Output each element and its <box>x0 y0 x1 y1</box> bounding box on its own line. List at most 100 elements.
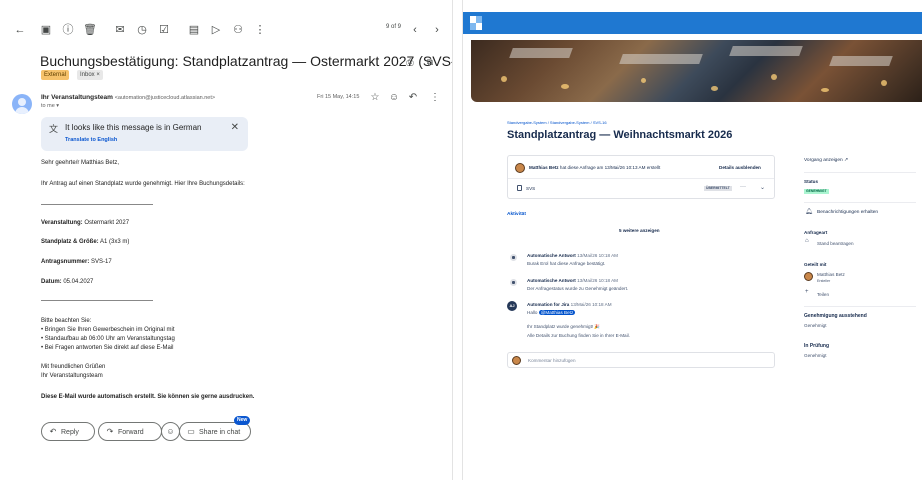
plus-icon[interactable]: + <box>805 289 809 295</box>
page-title: Standplatzantrag — Weihnachtsmarkt 2026 <box>507 129 733 141</box>
add-task-icon[interactable]: ☑ <box>156 22 172 38</box>
message-date: Fri 15 May, 14:15 <box>317 94 360 100</box>
mark-unread-icon[interactable]: ✉ <box>112 22 128 38</box>
request-number-line: Antragsnummer: SVS-17 <box>41 259 112 265</box>
chevron-down-icon[interactable]: ⌄ <box>760 184 765 191</box>
breadcrumb[interactable]: Standvergabe-System / Standvergabe-Syste… <box>507 120 607 125</box>
request-raised-line: Matthias Betz hat diese Anfrage am 13/Ma… <box>529 165 661 170</box>
automation-avatar: AJ <box>507 301 517 311</box>
screen: ← ▣ ⓘ 🗑 ✉ ◷ ☑ ▤ ▷ ⚇ ⋮ 9 of 9 ‹ › Buchung… <box>0 0 922 497</box>
emoji-reaction-icon[interactable]: ☺ <box>388 92 400 104</box>
avatar <box>515 163 525 173</box>
intro: Ihr Antrag auf einen Standplatz wurde ge… <box>41 181 245 187</box>
label-inbox[interactable]: Inbox × <box>77 70 103 80</box>
avatar <box>512 356 521 365</box>
bavaria-logo-icon[interactable] <box>470 16 482 30</box>
show-more-button[interactable]: 5 weitere anzeigen <box>619 228 660 233</box>
sender-address: <automation@justicecloud.atlassian.net> <box>114 95 216 101</box>
divider <box>41 204 153 205</box>
sender-avatar <box>12 94 32 114</box>
closing: Mit freundlichen Grüßen <box>41 364 106 370</box>
portal-header <box>463 12 922 34</box>
note-item: • Bringen Sie Ihren Gewerbeschein im Ori… <box>41 327 175 333</box>
chevron-left-icon[interactable]: ‹ <box>407 22 423 38</box>
document-icon <box>517 185 522 191</box>
shared-with-label: Geteilt mit <box>804 262 827 267</box>
event-line: Veranstaltung: Ostermarkt 2027 <box>41 220 130 226</box>
reply-actions: ↶ Reply ↷ Forward ☺ ▭ Share in chat New <box>41 416 301 442</box>
more-vert-icon[interactable]: ⋮ <box>252 22 268 38</box>
approval-value: Genehmigt <box>804 323 827 328</box>
message-count: 9 of 9 <box>385 24 401 30</box>
hide-details-button[interactable]: Details ausblenden <box>719 165 761 170</box>
note-item: • Standaufbau ab 06:00 Uhr am Veranstalt… <box>41 336 175 342</box>
extensions-icon[interactable]: ⚇ <box>230 22 246 38</box>
more-vert-icon[interactable]: ⋮ <box>429 92 441 104</box>
request-type-value: Stand beantragen <box>817 241 854 246</box>
star-icon[interactable]: ☆ <box>369 92 381 104</box>
label-icon[interactable]: ▷ <box>208 22 224 38</box>
emoji-icon: ☺ <box>166 427 175 436</box>
avatar <box>804 272 813 281</box>
signature: Ihr Veranstaltungsteam <box>41 373 103 379</box>
view-request-link[interactable]: Vorgang anzeigen ↗ <box>804 158 848 163</box>
auto-note: Diese E-Mail wurde automatisch erstellt.… <box>41 394 255 400</box>
snooze-icon[interactable]: ◷ <box>134 22 150 38</box>
forward-button[interactable]: ↷ Forward <box>98 422 162 441</box>
shared-person-role: Ersteller <box>817 279 831 283</box>
bell-icon: 🔔︎ <box>805 209 813 215</box>
request-type-icon: ⌂ <box>805 238 809 244</box>
subject-actions: ⎙ ⧉ <box>404 56 438 68</box>
mail-pane: ← ▣ ⓘ 🗑 ✉ ◷ ☑ ▤ ▷ ⚇ ⋮ 9 of 9 ‹ › Buchung… <box>0 0 453 480</box>
translate-link[interactable]: Translate to English <box>65 137 117 143</box>
print-icon[interactable]: ⎙ <box>404 56 416 68</box>
note-item: • Bei Fragen antworten Sie direkt auf di… <box>41 345 174 351</box>
chevron-right-icon[interactable]: › <box>429 22 445 38</box>
reply-icon: ↶ <box>49 427 57 436</box>
date-line: Datum: 05.04.2027 <box>41 279 94 285</box>
report-spam-icon[interactable]: ⓘ <box>60 22 76 38</box>
emoji-button[interactable]: ☺ <box>161 422 180 441</box>
greeting: Sehr geehrte/r Matthias Betz, <box>41 160 120 166</box>
message-subject: Buchungsbestätigung: Standplatzantrag — … <box>40 53 453 69</box>
open-in-new-window-icon[interactable]: ⧉ <box>424 56 436 68</box>
notes-title: Bitte beachten Sie: <box>41 318 92 324</box>
comment-placeholder: Kommentar hinzufügen <box>528 358 576 363</box>
notifications-toggle[interactable]: Benachrichtigungen erhalten <box>817 210 878 215</box>
portal-banner-image <box>471 40 922 102</box>
mail-toolbar: ← ▣ ⓘ 🗑 ✉ ◷ ☑ ▤ ▷ ⚇ ⋮ 9 of 9 ‹ › <box>0 22 452 42</box>
delete-icon[interactable]: 🗑 <box>82 22 98 38</box>
project-name: SVS <box>526 186 536 191</box>
new-badge: New <box>234 416 251 425</box>
user-mention[interactable]: @Matthias Betz <box>538 310 576 315</box>
activity-item: Automatische Antwort 13/Mai/26 10:18 AM … <box>507 252 767 272</box>
activity-item: AJ Automation for Jira 13/Mai/26 10:18 A… <box>507 301 767 341</box>
activity-item: Automatische Antwort 13/Mai/26 10:18 AM … <box>507 277 767 297</box>
label-external: External <box>41 70 70 80</box>
translate-icon: 文 <box>49 124 59 134</box>
shared-person: Matthias Betz <box>817 272 845 277</box>
archive-icon[interactable]: ▣ <box>38 22 54 38</box>
review-value: Genehmigt <box>804 353 827 358</box>
request-summary: Matthias Betz hat diese Anfrage am 13/Ma… <box>507 155 775 199</box>
activity-heading: Aktivität <box>507 212 526 217</box>
more-horizontal-icon[interactable]: ··· <box>740 184 746 190</box>
approval-heading: Genehmigung ausstehend <box>804 313 867 319</box>
status-badge: ÜBERMITTELT <box>704 186 732 191</box>
comment-input[interactable]: Kommentar hinzufügen <box>507 352 775 368</box>
recipient-toggle[interactable]: to me ▾ <box>41 103 59 109</box>
share-button[interactable]: Teilen <box>817 292 829 297</box>
bot-icon <box>510 279 517 286</box>
reply-icon[interactable]: ↶ <box>407 92 419 104</box>
forward-icon: ↷ <box>106 427 114 436</box>
reply-button[interactable]: ↶ Reply <box>41 422 95 441</box>
bot-icon <box>510 254 517 261</box>
arrow-left-icon[interactable]: ← <box>12 22 28 38</box>
review-heading: In Prüfung <box>804 343 829 349</box>
status-badge: GENEHMIGT <box>804 189 829 194</box>
divider <box>41 300 153 301</box>
move-to-icon[interactable]: ▤ <box>186 22 202 38</box>
service-portal: Standvergabe-System / Standvergabe-Syste… <box>462 0 922 480</box>
stand-line: Standplatz & Größe: A1 (3x3 m) <box>41 239 130 245</box>
close-icon[interactable]: ✕ <box>231 122 239 133</box>
